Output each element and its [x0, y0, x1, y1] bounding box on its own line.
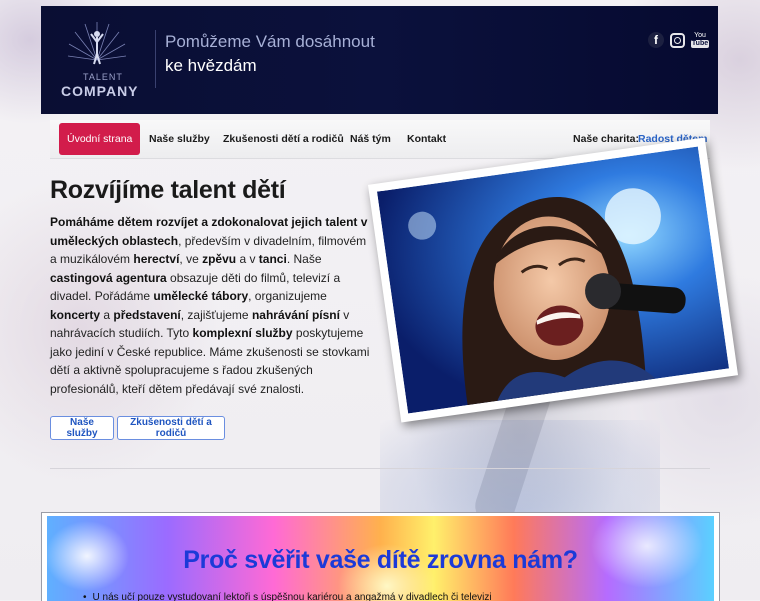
intro-bold-text: umělecké tábory: [153, 289, 249, 303]
section-divider: [50, 468, 710, 469]
page-title: Rozvíjíme talent dětí: [50, 176, 286, 204]
facebook-icon[interactable]: f: [648, 32, 664, 48]
intro-text: , zajišťujeme: [180, 307, 252, 322]
intro-text: a v: [236, 252, 259, 266]
nav-item-services[interactable]: Naše služby: [149, 120, 210, 158]
youtube-tube-text: Tube: [690, 40, 710, 48]
intro-bold-text: zpěvu: [202, 252, 237, 266]
header-divider: [155, 30, 156, 88]
logo-talent-text: TALENT: [83, 72, 123, 82]
intro-bold-text: castingová agentura: [50, 270, 167, 285]
experience-button[interactable]: Zkušenosti dětí a rodičů: [117, 416, 225, 440]
youtube-you-text: You: [694, 32, 706, 39]
intro-bold-text: představení: [113, 307, 181, 322]
intro-text: . Naše: [286, 252, 322, 266]
nav-item-team[interactable]: Náš tým: [350, 120, 391, 158]
intro-bold-text: nahrávání písní: [251, 307, 340, 322]
singer-image: [376, 146, 730, 414]
star-rays-icon: [67, 22, 127, 65]
site-header: TALENT COMPANY Pomůžeme Vám dosáhnout ke…: [41, 6, 718, 114]
instagram-icon[interactable]: [670, 33, 685, 48]
why-us-section: Proč svěřit vaše dítě zrovna nám? U nás …: [41, 512, 720, 601]
intro-text: a: [100, 307, 114, 322]
nav-item-experience[interactable]: Zkušenosti dětí a rodičů: [223, 120, 344, 158]
services-button[interactable]: Naše služby: [50, 416, 114, 440]
intro-bold-text: komplexní služby: [192, 326, 293, 340]
intro-bold-text: koncerty: [50, 307, 101, 322]
slogan-line-2: ke hvězdám: [165, 56, 257, 75]
why-us-banner: Proč svěřit vaše dítě zrovna nám? U nás …: [47, 516, 714, 601]
intro-text: , organizujeme: [248, 289, 327, 303]
youtube-icon[interactable]: You Tube: [690, 31, 710, 49]
nav-item-home[interactable]: Úvodní strana: [59, 123, 141, 155]
talent-company-logo[interactable]: TALENT COMPANY: [61, 20, 138, 102]
logo-company-text: COMPANY: [61, 83, 139, 99]
slogan-line-1: Pomůžeme Vám dosáhnout: [165, 32, 375, 51]
nav-item-contact[interactable]: Kontakt: [407, 120, 446, 158]
intro-paragraph: Pomáháme dětem rozvíjet a zdokonalovat j…: [50, 213, 372, 398]
why-us-title: Proč svěřit vaše dítě zrovna nám?: [183, 546, 578, 574]
intro-text: , ve: [179, 252, 203, 266]
singer-photo: [367, 137, 739, 423]
intro-bold-text: herectví: [133, 252, 180, 266]
intro-bold-text: tanci: [258, 252, 287, 266]
